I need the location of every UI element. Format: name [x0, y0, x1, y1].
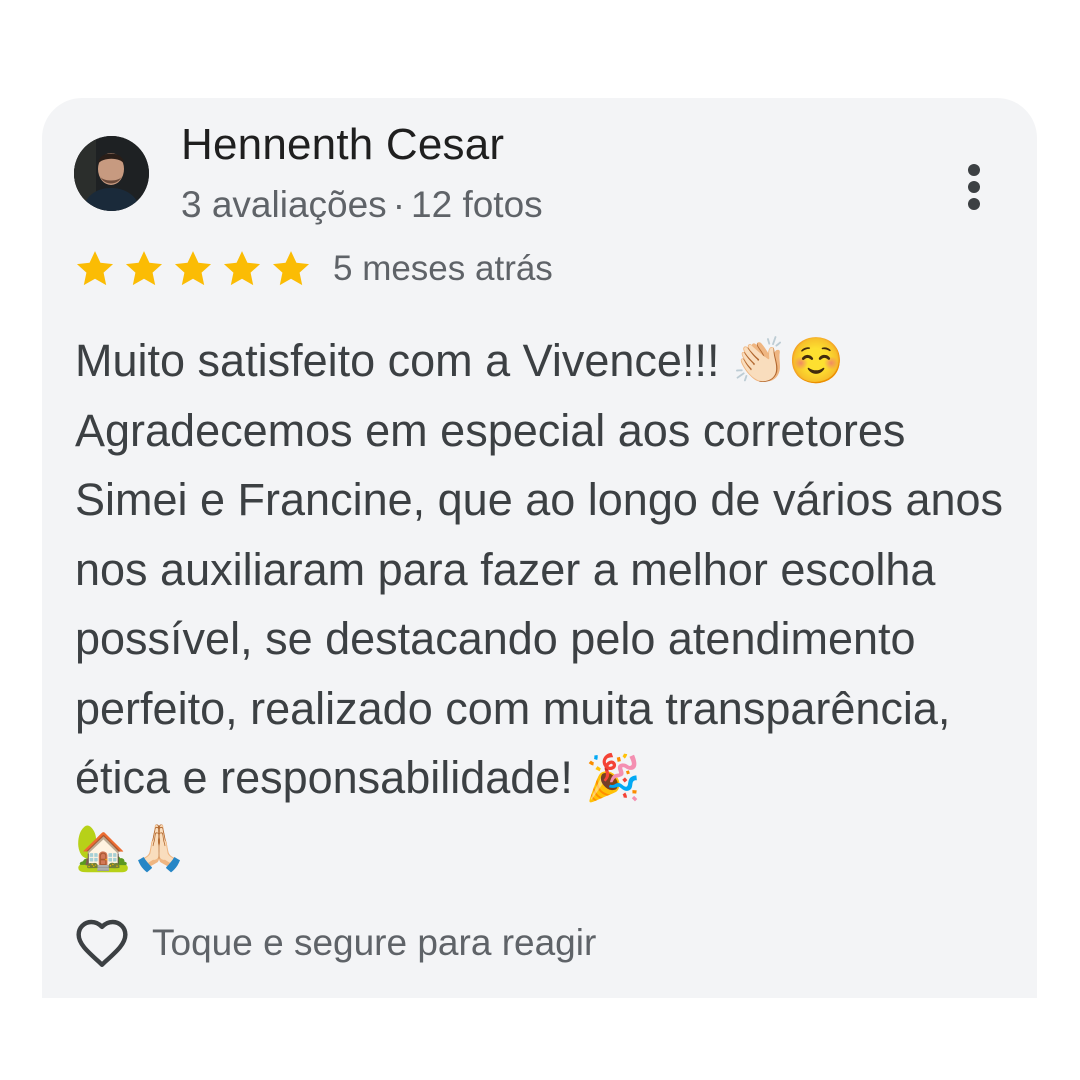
heart-outline-icon — [76, 919, 128, 967]
rating-row: 5 meses atrás — [74, 246, 553, 292]
meta-separator: · — [392, 184, 406, 225]
star-icon — [174, 251, 212, 286]
photos-count: 12 fotos — [411, 184, 543, 225]
review-card: Hennenth Cesar 3 avaliações · 12 fotos 5 m… — [42, 98, 1037, 998]
more-options-button[interactable] — [952, 160, 996, 214]
reviews-count: 3 avaliações — [181, 184, 387, 225]
reviewer-meta: 3 avaliações · 12 fotos — [181, 184, 543, 226]
review-text: Muito satisfeito com a Vivence!!! 👏🏻☺️ A… — [75, 335, 1004, 873]
react-button[interactable]: Toque e segure para reagir — [74, 912, 596, 974]
reviewer-name[interactable]: Hennenth Cesar — [181, 120, 504, 170]
star-icon — [76, 251, 114, 286]
star-icon — [223, 251, 261, 286]
star-icon — [272, 251, 310, 286]
react-label: Toque e segure para reagir — [152, 922, 597, 963]
more-vert-icon-dot — [968, 198, 980, 210]
more-vert-icon-dot — [968, 181, 980, 193]
avatar[interactable] — [74, 136, 149, 211]
star-rating — [74, 248, 319, 290]
star-icon — [125, 251, 163, 286]
more-vert-icon-dot — [968, 164, 980, 176]
review-date: 5 meses atrás — [333, 249, 553, 288]
